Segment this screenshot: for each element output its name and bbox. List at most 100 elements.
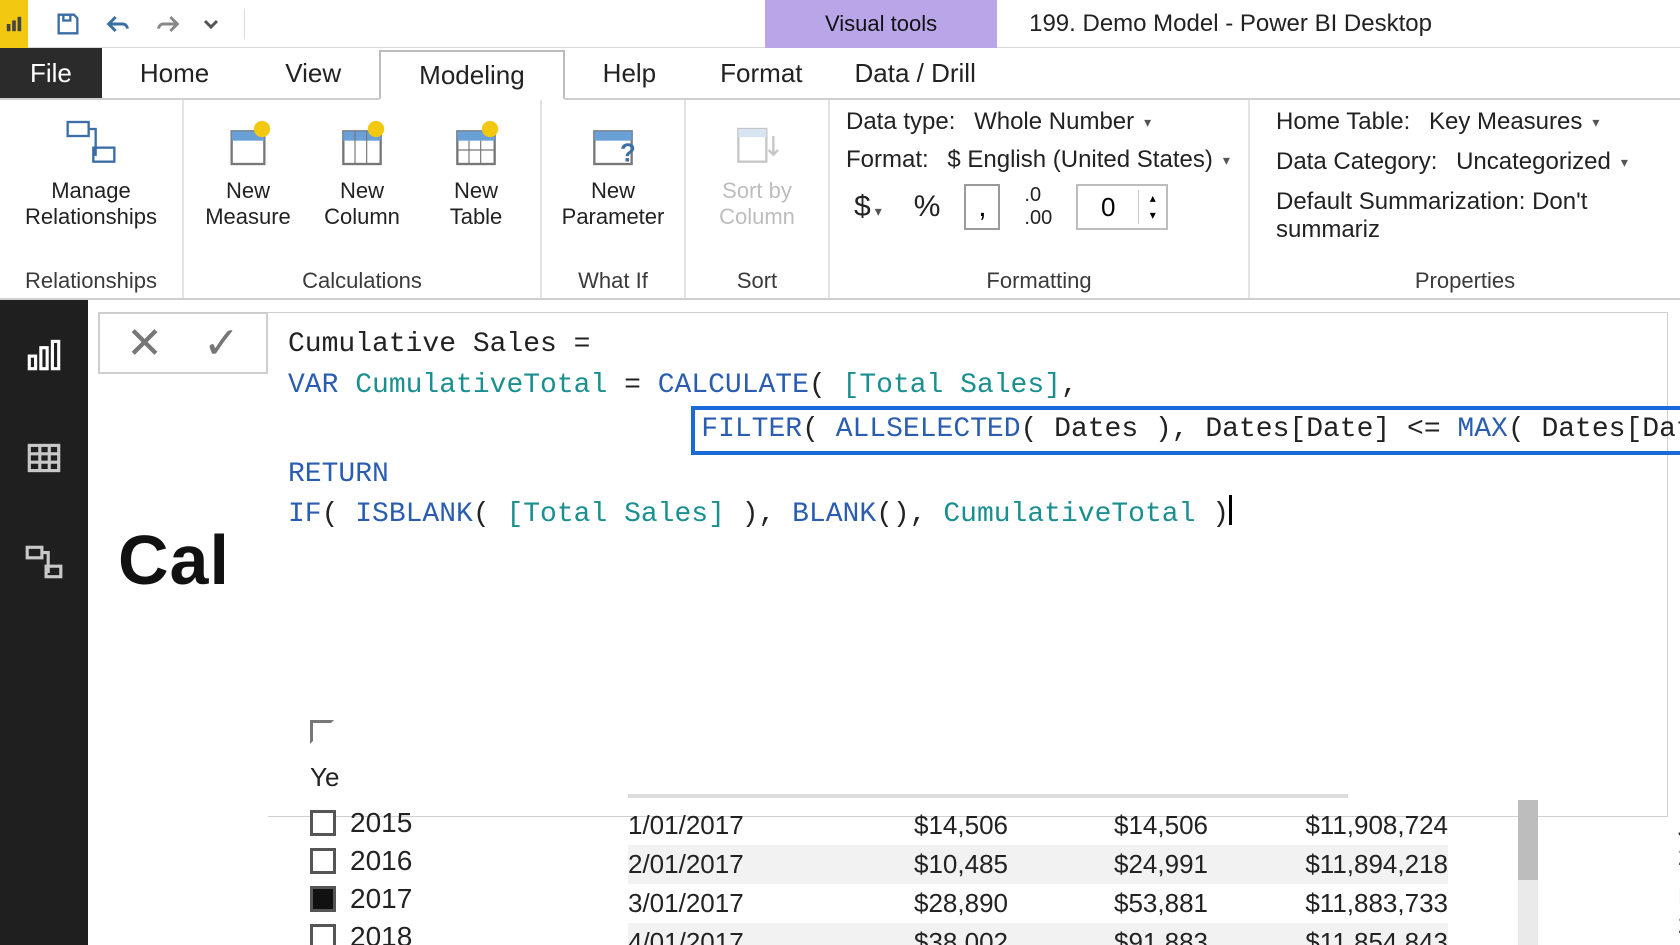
decimal-places-value: 0 <box>1078 192 1138 223</box>
cell-value: $11,894,218 <box>1208 849 1448 880</box>
group-title-relationships: Relationships <box>16 264 166 294</box>
redo-button[interactable] <box>152 8 184 40</box>
report-canvas: ✕ ✓ Cumulative Sales = VAR CumulativeTot… <box>88 300 1680 945</box>
cell-value: $14,506 <box>1008 810 1208 841</box>
undo-icon <box>104 10 132 38</box>
cancel-formula-button[interactable]: ✕ <box>126 318 163 369</box>
decimal-places-stepper[interactable]: 0 ▴▾ <box>1076 184 1168 230</box>
tab-format[interactable]: Format <box>694 48 828 98</box>
sort-by-column-label: Sort by Column <box>719 178 795 231</box>
new-table-icon <box>448 115 504 171</box>
save-icon <box>54 10 82 38</box>
cell-value: $11,908,724 <box>1208 810 1448 841</box>
new-table-button[interactable]: New Table <box>428 108 524 231</box>
chevron-up-icon[interactable]: ▴ <box>1139 190 1166 207</box>
new-measure-button[interactable]: New Measure <box>200 108 296 231</box>
undo-button[interactable] <box>102 8 134 40</box>
tab-view[interactable]: View <box>247 48 379 98</box>
tab-file[interactable]: File <box>0 48 102 98</box>
data-category-dropdown[interactable]: Data Category: Uncategorized ▾ <box>1276 148 1664 176</box>
ribbon: Manage Relationships Relationships New M… <box>0 100 1680 300</box>
table-row[interactable]: 3/01/2017$28,890$53,881$11,883,733 <box>628 884 1448 923</box>
data-type-value: Whole Number <box>974 108 1134 136</box>
qat-customize[interactable] <box>202 8 220 40</box>
contextual-tab-visual-tools[interactable]: Visual tools <box>765 0 997 48</box>
formula-editor[interactable]: Cumulative Sales = VAR CumulativeTotal =… <box>268 312 1668 817</box>
cell-value: $11,883,733 <box>1208 888 1448 919</box>
slicer-item-label: 2016 <box>350 845 412 877</box>
checkbox[interactable] <box>310 886 336 912</box>
quick-access-toolbar <box>28 0 275 47</box>
slicer-item-2017[interactable]: 2017 <box>310 883 412 915</box>
ribbon-group-sort: Sort by Column Sort <box>686 100 830 298</box>
cell-value: $53,881 <box>1008 888 1208 919</box>
checkbox[interactable] <box>310 810 336 836</box>
commit-formula-button[interactable]: ✓ <box>203 318 240 369</box>
chevron-down-icon: ▾ <box>1588 114 1599 131</box>
home-table-label: Home Table: <box>1276 108 1410 136</box>
slicer-item-label: 2017 <box>350 883 412 915</box>
tab-help[interactable]: Help <box>565 48 694 98</box>
format-label: Format: <box>846 146 929 174</box>
default-summarization-dropdown[interactable]: Default Summarization: Don't summariz <box>1276 188 1664 244</box>
sort-by-column-button[interactable]: Sort by Column <box>702 108 812 231</box>
thousands-separator-toggle[interactable]: , <box>964 184 1000 230</box>
home-table-dropdown[interactable]: Home Table: Key Measures ▾ <box>1276 108 1664 136</box>
separator <box>244 9 245 39</box>
manage-relationships-label: Manage Relationships <box>25 178 157 231</box>
tab-modeling[interactable]: Modeling <box>379 50 565 100</box>
group-title-properties: Properties <box>1266 264 1664 294</box>
cell-date: 3/01/2017 <box>628 888 828 919</box>
highlighted-filter-expression: FILTER( ALLSELECTED( Dates ), Dates[Date… <box>691 406 1680 455</box>
data-type-label: Data type: <box>846 108 955 136</box>
cell-date: 4/01/2017 <box>628 927 828 945</box>
model-icon <box>23 541 65 583</box>
new-measure-icon <box>220 115 276 171</box>
save-button[interactable] <box>52 8 84 40</box>
year-slicer[interactable]: Ye 2015 2016 2017 2018 <box>310 720 412 945</box>
chevron-down-icon: ▾ <box>1617 154 1628 171</box>
new-column-button[interactable]: New Column <box>314 108 410 231</box>
new-parameter-label: New Parameter <box>562 178 665 231</box>
slicer-item-2015[interactable]: 2015 <box>310 807 412 839</box>
table-row[interactable]: 1/01/2017$14,506$14,506$11,908,724 <box>628 806 1448 845</box>
tab-data-drill[interactable]: Data / Drill <box>829 48 1002 98</box>
new-table-label: New Table <box>450 178 503 231</box>
manage-relationships-button[interactable]: Manage Relationships <box>16 108 166 231</box>
tab-home[interactable]: Home <box>102 48 247 98</box>
table-row[interactable]: 2/01/2017$10,485$24,991$11,894,218 <box>628 845 1448 884</box>
ribbon-group-calculations: New Measure New Column New Table Calcula… <box>184 100 542 298</box>
slicer-field-label: Ye <box>310 762 412 793</box>
checkbox[interactable] <box>310 924 336 945</box>
new-parameter-button[interactable]: ? New Parameter <box>558 108 668 231</box>
ribbon-group-properties: Home Table: Key Measures ▾ Data Category… <box>1250 100 1680 298</box>
slicer-item-2016[interactable]: 2016 <box>310 845 412 877</box>
table-scrollbar[interactable] <box>1518 800 1538 945</box>
model-view-button[interactable] <box>20 538 68 586</box>
data-type-dropdown[interactable]: Data type: Whole Number ▾ <box>846 108 1232 136</box>
checkbox[interactable] <box>310 848 336 874</box>
slicer-clear-icon[interactable] <box>310 720 334 744</box>
group-title-calculations: Calculations <box>200 264 524 294</box>
slicer-item-2018[interactable]: 2018 <box>310 921 412 945</box>
sort-icon <box>729 115 785 171</box>
chevron-down-icon: ▾ <box>1219 152 1230 169</box>
report-view-button[interactable] <box>20 330 68 378</box>
home-table-value: Key Measures <box>1429 108 1582 136</box>
scrollbar-thumb[interactable] <box>1518 800 1538 880</box>
redo-icon <box>154 10 182 38</box>
group-title-sort: Sort <box>702 264 812 294</box>
document-title: 199. Demo Model - Power BI Desktop <box>997 0 1432 47</box>
data-view-button[interactable] <box>20 434 68 482</box>
data-category-label: Data Category: <box>1276 148 1437 176</box>
relationships-icon <box>63 115 119 171</box>
data-table-visual[interactable]: 1/01/2017$14,506$14,506$11,908,7242/01/2… <box>628 794 1448 945</box>
svg-text:?: ? <box>620 140 636 168</box>
chevron-down-icon[interactable]: ▾ <box>1139 207 1166 224</box>
table-header-rule <box>628 794 1348 798</box>
currency-format-button[interactable]: $▾ <box>846 190 890 224</box>
table-row[interactable]: 4/01/2017$38,002$91,883$11,854,843 <box>628 923 1448 945</box>
cell-value: $10,485 <box>828 849 1008 880</box>
format-dropdown[interactable]: Format: $ English (United States) ▾ <box>846 146 1232 174</box>
percent-format-button[interactable]: % <box>906 190 949 224</box>
